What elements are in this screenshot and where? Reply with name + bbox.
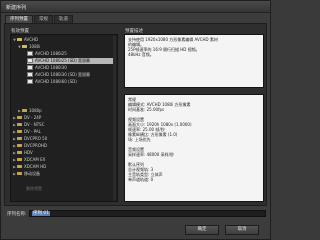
tree-item-dv-pal[interactable]: ▶ DV - PAL: [12, 129, 115, 135]
general-line: 单声道轨道: 0: [128, 177, 154, 182]
tree-item-label: 移动设备: [24, 171, 40, 176]
sequence-name-value: 序列 01: [32, 211, 51, 216]
tree-item-label: AVCHD 1080i30 (SD) 宽银幕: [35, 72, 91, 77]
preset-description-box: 支持使用 1920x1080 方形像素编辑 AVCHD 素材 的编辑。 25P帧…: [124, 34, 264, 88]
tree-item-label: HDV: [24, 150, 33, 155]
window-title: 新建序列: [6, 5, 27, 11]
preset-icon: [27, 58, 33, 63]
tree-item-label: XDCAM EX: [24, 157, 46, 162]
title-bar: 新建序列: [1, 1, 270, 13]
tree-item-label: AVCHD: [24, 37, 39, 42]
tree-item-preset-selected[interactable]: AVCHD 1080i25 (SD) 宽银幕: [27, 58, 115, 64]
folder-icon: [17, 151, 22, 154]
folder-icon: [17, 172, 22, 175]
sequence-name-label: 序列名称:: [7, 212, 27, 217]
tree-item-dvcprohd[interactable]: ▶ DVCPROHD: [12, 143, 115, 149]
preset-icon: [27, 79, 33, 84]
tree-item-mobile-devices[interactable]: ▶ 移动设备: [12, 171, 115, 177]
tree-item-preset[interactable]: AVCHD 1080i60 (SD): [27, 79, 115, 85]
sequence-name-row: 序列名称: 序列 01: [5, 210, 268, 218]
ok-button[interactable]: 确定: [185, 225, 219, 235]
cancel-button[interactable]: 取消: [225, 225, 259, 235]
tree-scrollbar[interactable]: [113, 36, 116, 200]
folder-icon: [17, 123, 22, 126]
tree-item-dvcpro50[interactable]: ▶ DVCPRO 50: [12, 136, 115, 142]
tree-item-label: 1080p: [29, 108, 42, 113]
tree-item-preset[interactable]: AVCHD 1080i30 (SD) 宽银幕: [27, 72, 115, 78]
tree-item-dv-24p[interactable]: ▶ DV - 24P: [12, 115, 115, 121]
tree-item-avchd[interactable]: ▼ AVCHD: [12, 37, 115, 43]
tree-item-xdcam-hd[interactable]: ▶ XDCAM HD: [12, 164, 115, 170]
tree-item-label: AVCHD 1080i25 (SD) 宽银幕: [35, 58, 91, 63]
presets-panel: 有效预置 预置描述 ▼ AVCHD ▼ 1080i AVCHD 1080i25 AV…: [4, 23, 267, 206]
folder-open-icon: [17, 38, 22, 41]
tree-item-label: DV - 24P: [24, 115, 42, 120]
tree-item-dv-ntsc[interactable]: ▶ DV - NTSC: [12, 122, 115, 128]
folder-icon: [17, 130, 22, 133]
tree-item-1080p[interactable]: ▶ 1080p: [17, 108, 115, 114]
sequence-name-input[interactable]: 序列 01: [29, 210, 266, 217]
delete-preset-button[interactable]: 删除预置: [26, 186, 42, 192]
folder-icon: [22, 109, 27, 112]
folder-icon: [17, 158, 22, 161]
tree-item-xdcam-ex[interactable]: ▶ XDCAM EX: [12, 157, 115, 163]
folder-open-icon: [22, 45, 27, 48]
tree-item-preset[interactable]: AVCHD 1080i30: [27, 65, 115, 71]
new-sequence-dialog: 新建序列 序列预置 常规 轨道 有效预置 预置描述 ▼ AVCHD ▼ 1080i …: [0, 0, 271, 240]
folder-icon: [17, 144, 22, 147]
preset-icon: [27, 72, 33, 77]
general-info-box: 常规 编辑模式: AVCHD 1080i 方形像素 时间基准: 25.00fps…: [124, 94, 264, 202]
tree-item-1080i[interactable]: ▼ 1080i: [17, 44, 115, 50]
tree-item-label: AVCHD 1080i60 (SD): [35, 79, 77, 84]
tree-item-label: DV - NTSC: [24, 122, 45, 127]
description-line: 48kHz 音频。: [128, 52, 154, 57]
preset-tree[interactable]: ▼ AVCHD ▼ 1080i AVCHD 1080i25 AVCHD 1080i2…: [10, 34, 118, 202]
tree-item-preset[interactable]: AVCHD 1080i25: [27, 51, 115, 57]
tree-item-label: AVCHD 1080i30: [35, 65, 67, 70]
folder-icon: [17, 165, 22, 168]
tree-item-label: DVCPROHD: [24, 143, 47, 148]
tab-bar: 序列预置 常规 轨道: [5, 15, 74, 24]
tree-item-label: AVCHD 1080i25: [35, 51, 67, 56]
folder-icon: [17, 116, 22, 119]
tree-item-hdv[interactable]: ▶ HDV: [12, 150, 115, 156]
tree-item-label: DV - PAL: [24, 129, 41, 134]
folder-icon: [17, 137, 22, 140]
tree-item-label: XDCAM HD: [24, 164, 47, 169]
preset-icon: [27, 51, 33, 56]
preset-icon: [27, 65, 33, 70]
tree-item-label: DVCPRO 50: [24, 136, 48, 141]
tree-item-label: 1080i: [29, 44, 41, 49]
